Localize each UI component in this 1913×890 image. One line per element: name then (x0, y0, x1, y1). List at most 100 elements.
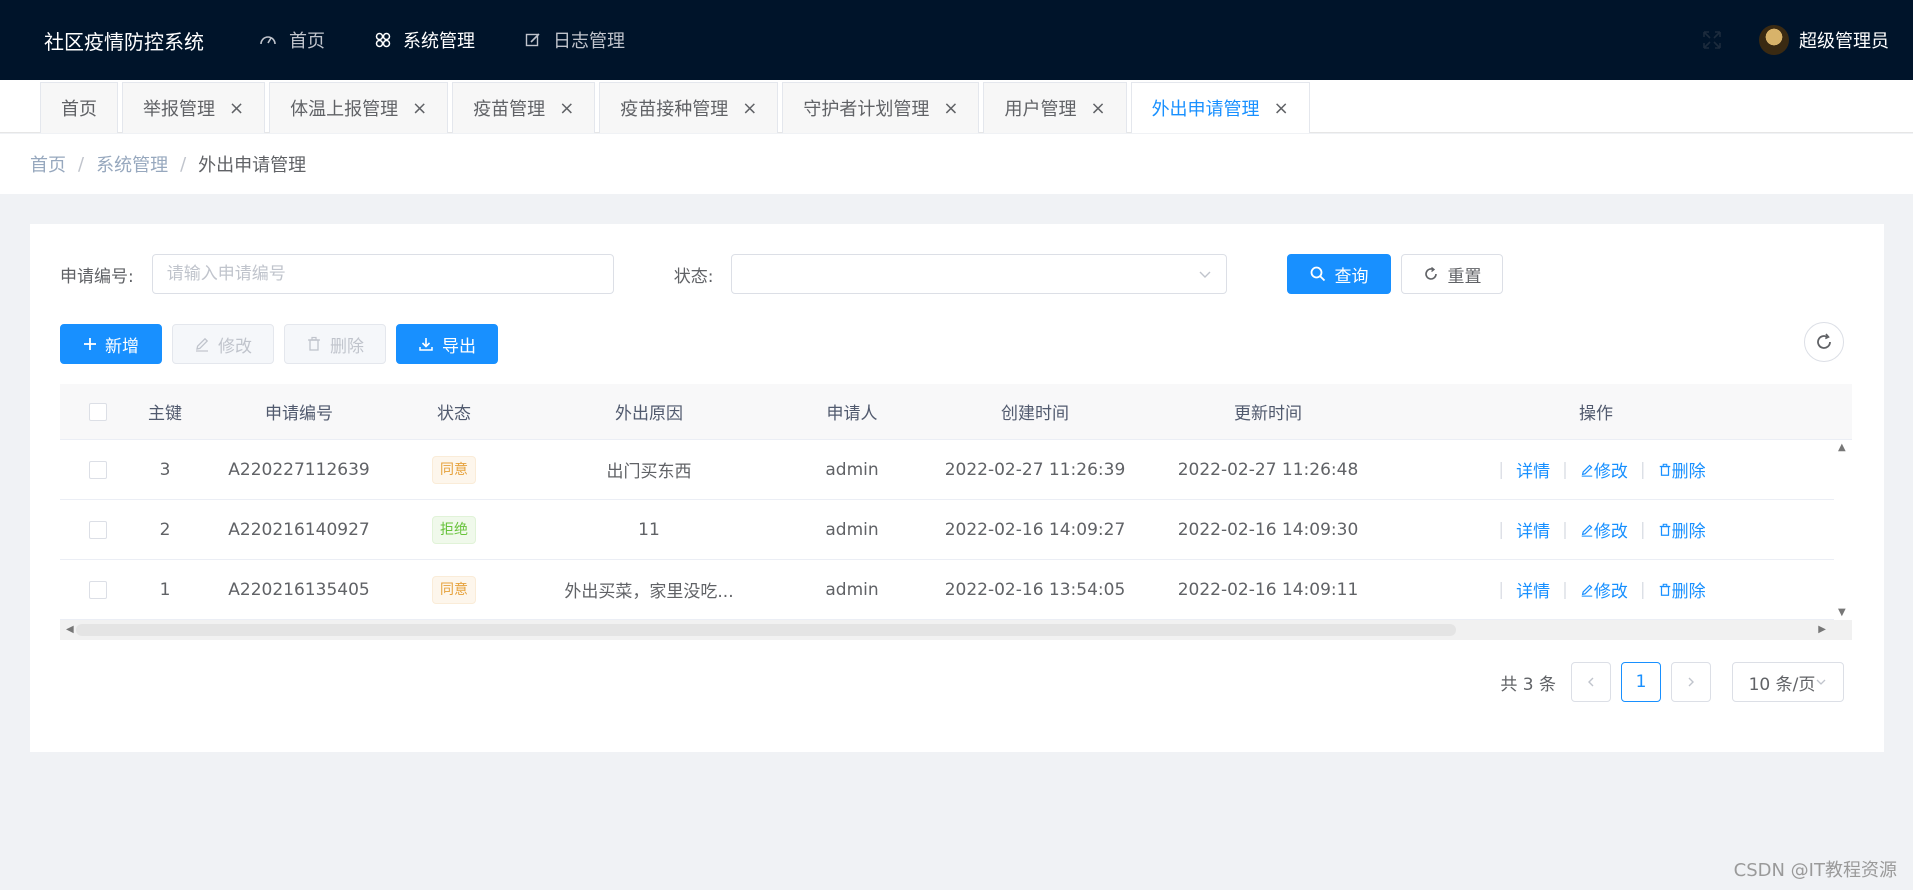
detail-link[interactable]: 详情 (1516, 577, 1550, 602)
next-page-button[interactable] (1671, 662, 1711, 702)
breadcrumb-item: 外出申请管理 (198, 155, 307, 176)
chevron-down-icon (1816, 679, 1826, 685)
scroll-up-icon[interactable]: ▲ (1838, 442, 1846, 453)
close-icon[interactable]: × (742, 98, 757, 119)
scrollbar-thumb[interactable] (76, 624, 1456, 636)
tab-guardian[interactable]: 守护者计划管理 × (782, 82, 980, 133)
horizontal-scrollbar[interactable]: ◀ ▶ (60, 620, 1852, 640)
top-header: 社区疫情防控系统 首页 系统管理 日志管理 超级管理员 (0, 0, 1913, 80)
table-row[interactable]: 2 A220216140927 拒绝 11 admin 2022-02-16 1… (60, 500, 1852, 560)
fullscreen-icon[interactable] (1701, 29, 1723, 51)
select-all-checkbox[interactable] (89, 402, 107, 421)
nav-item-home[interactable]: 首页 (259, 27, 325, 53)
cell-reason: 外出买菜，家里没吃... (564, 582, 734, 602)
nav-item-system[interactable]: 系统管理 (375, 27, 475, 53)
row-checkbox[interactable] (89, 580, 107, 599)
breadcrumb-item[interactable]: 首页 (30, 151, 66, 177)
row-checkbox-cell (60, 460, 136, 479)
tab-report[interactable]: 举报管理 × (122, 82, 266, 133)
table-row[interactable]: 1 A220216135405 同意 外出买菜，家里没吃... admin 20… (60, 560, 1852, 620)
dashboard-icon (260, 36, 276, 45)
table-toolbar: 新增 修改 删除 导出 (60, 324, 508, 364)
prev-page-button[interactable] (1571, 662, 1611, 702)
delete-link[interactable]: 删除 (1658, 517, 1706, 542)
page-number[interactable]: 1 (1621, 662, 1661, 702)
close-icon[interactable]: × (412, 98, 427, 119)
cell-actions: | 详情 | 修改 | 删除 (1376, 517, 1816, 543)
edit-icon (196, 337, 209, 352)
row-checkbox[interactable] (89, 520, 107, 539)
close-icon[interactable]: × (1090, 98, 1105, 119)
delete-link[interactable]: 删除 (1658, 457, 1706, 482)
refresh-icon (1817, 333, 1831, 349)
delete-link-label: 删除 (1671, 522, 1706, 542)
edit-link[interactable]: 修改 (1580, 517, 1628, 542)
cell-applicant: admin (825, 579, 879, 600)
column-header: 创建时间 (1001, 404, 1069, 424)
delete-button[interactable]: 删除 (284, 324, 386, 364)
cell-updated-time: 2022-02-27 11:26:48 (1177, 459, 1359, 480)
edit-icon (1581, 584, 1593, 597)
breadcrumb-separator: / (180, 153, 187, 175)
edit-link[interactable]: 修改 (1580, 457, 1628, 482)
vertical-scrollbar[interactable]: ▲ ▼ (1834, 440, 1852, 620)
trash-icon (1659, 583, 1670, 596)
table-row[interactable]: 3 A220227112639 同意 出门买东西 admin 2022-02-2… (60, 440, 1852, 500)
edit-link[interactable]: 修改 (1580, 577, 1628, 602)
nav-item-log[interactable]: 日志管理 (525, 27, 625, 53)
tab-label: 疫苗接种管理 (620, 99, 729, 120)
page-size-label: 10 条/页 (1748, 674, 1816, 695)
pagination-total: 共 3 条 (1500, 674, 1556, 695)
avatar[interactable] (1759, 25, 1789, 55)
tab-temperature[interactable]: 体温上报管理 × (269, 82, 449, 133)
tab-label: 外出申请管理 (1151, 99, 1260, 120)
cell-applicant: admin (825, 519, 879, 540)
tab-vaccination[interactable]: 疫苗接种管理 × (599, 82, 779, 133)
detail-link[interactable]: 详情 (1516, 517, 1550, 542)
status-badge: 拒绝 (432, 515, 476, 544)
close-icon[interactable]: × (943, 98, 958, 119)
cell-reason: 出门买东西 (606, 462, 692, 482)
edit-icon (1581, 524, 1593, 537)
cell-id: 1 (159, 579, 171, 600)
status-select[interactable] (731, 254, 1228, 294)
detail-link[interactable]: 详情 (1516, 457, 1550, 482)
divider: | (1562, 519, 1568, 540)
tab-users[interactable]: 用户管理 × (983, 82, 1127, 133)
column-header: 操作 (1579, 404, 1613, 424)
delete-link[interactable]: 删除 (1658, 577, 1706, 602)
cell-application-no: A220227112639 (228, 459, 370, 480)
content-card: 申请编号: 状态: 查询 重置 新增 修改 删除 导出 (30, 224, 1884, 752)
breadcrumb-item[interactable]: 系统管理 (96, 151, 168, 177)
reset-button[interactable]: 重置 (1401, 254, 1504, 294)
row-checkbox[interactable] (89, 460, 107, 479)
close-icon[interactable]: × (1274, 98, 1289, 119)
application-no-input[interactable] (151, 254, 614, 294)
scroll-right-icon[interactable]: ▶ (1818, 624, 1826, 635)
refresh-button[interactable] (1804, 322, 1844, 362)
divider: | (1639, 579, 1646, 600)
column-header: 外出原因 (615, 404, 683, 424)
breadcrumb-separator: / (78, 153, 85, 175)
close-icon[interactable]: × (559, 98, 574, 119)
cell-reason: 11 (638, 519, 660, 540)
chevron-right-icon (1688, 677, 1694, 687)
delete-link-label: 删除 (1671, 462, 1706, 482)
tab-home[interactable]: 首页 (40, 82, 118, 133)
query-button[interactable]: 查询 (1287, 254, 1392, 294)
add-button[interactable]: 新增 (60, 324, 162, 364)
scroll-left-icon[interactable]: ◀ (66, 624, 74, 635)
top-nav: 首页 系统管理 日志管理 (259, 27, 675, 53)
tab-vaccine[interactable]: 疫苗管理 × (452, 82, 596, 133)
breadcrumb: 首页 / 系统管理 / 外出申请管理 (0, 134, 1913, 194)
page-size-select[interactable]: 10 条/页 (1732, 662, 1844, 702)
export-button[interactable]: 导出 (396, 324, 498, 364)
export-label: 导出 (442, 336, 476, 357)
close-icon[interactable]: × (229, 98, 244, 119)
cell-application-no: A220216140927 (228, 519, 370, 540)
edit-button[interactable]: 修改 (172, 324, 274, 364)
tab-outing[interactable]: 外出申请管理 × (1130, 82, 1310, 133)
edit-log-icon (525, 33, 540, 47)
username[interactable]: 超级管理员 (1799, 27, 1889, 53)
scroll-down-icon[interactable]: ▼ (1838, 607, 1846, 618)
